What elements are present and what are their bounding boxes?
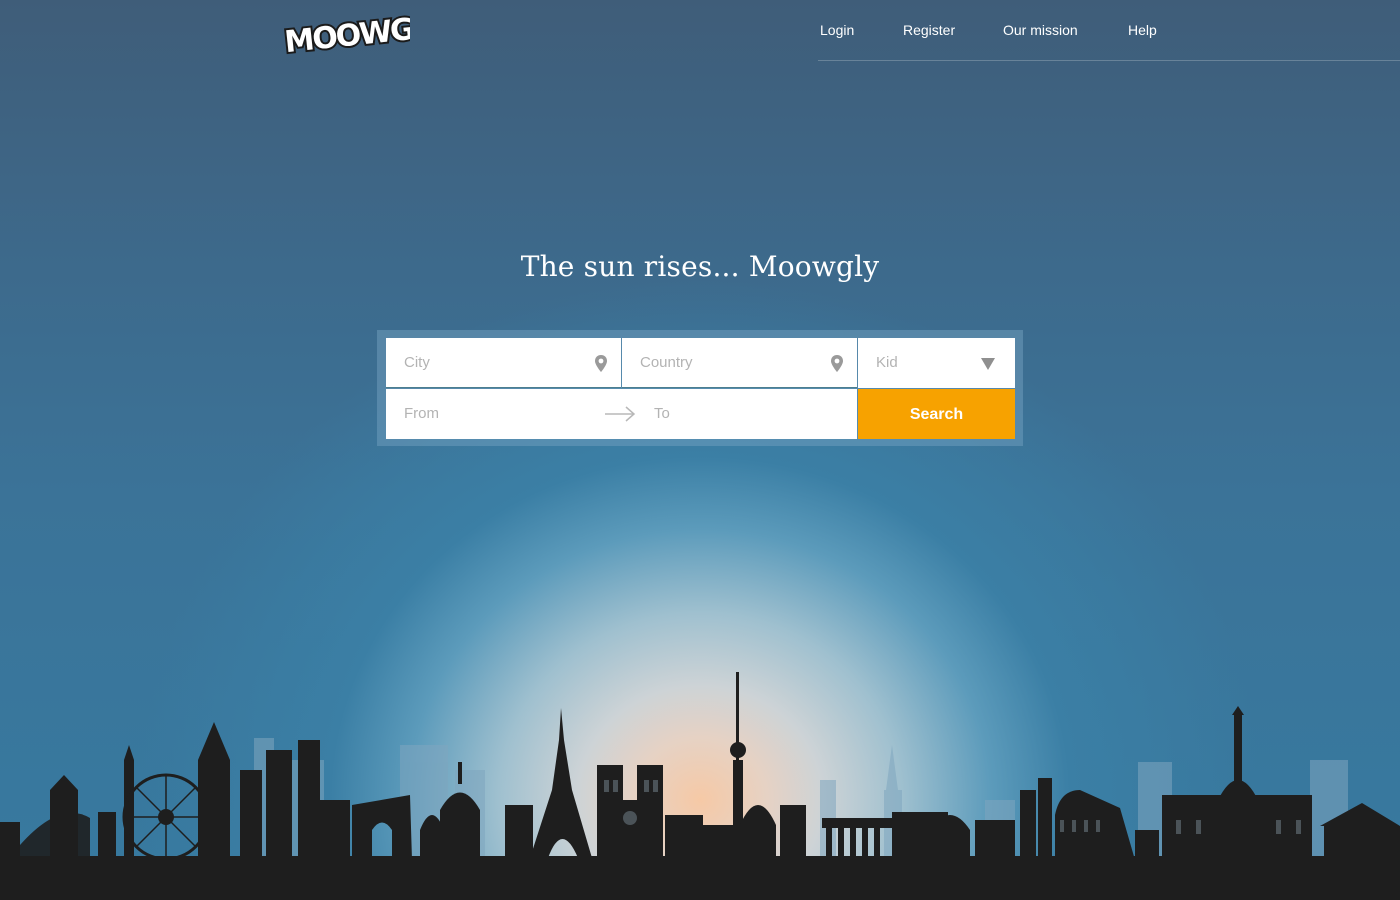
nav-our-mission[interactable]: Our mission <box>1003 22 1078 38</box>
nav-help[interactable]: Help <box>1128 22 1157 38</box>
from-input[interactable]: From <box>404 405 439 422</box>
date-range: From To <box>386 389 857 439</box>
country-input[interactable]: Country <box>622 338 857 388</box>
chevron-down-icon <box>981 358 995 370</box>
nav-login[interactable]: Login <box>820 22 854 38</box>
top-nav: Login Register Our mission Help <box>818 0 1400 61</box>
to-input[interactable]: To <box>654 405 670 422</box>
kid-select[interactable]: Kid <box>858 338 1015 388</box>
logo-text: MOOWGLY <box>283 8 410 58</box>
kid-placeholder: Kid <box>876 354 898 371</box>
ground-strip <box>0 856 1400 900</box>
arrow-right-icon <box>605 406 636 422</box>
search-button[interactable]: Search <box>858 389 1015 439</box>
city-placeholder: City <box>404 354 430 371</box>
map-pin-icon <box>595 355 607 372</box>
country-placeholder: Country <box>640 354 693 371</box>
map-pin-icon <box>831 355 843 372</box>
nav-register[interactable]: Register <box>903 22 955 38</box>
hero-headline: The sun rises... Moowgly <box>520 250 880 283</box>
moowgly-logo[interactable]: MOOWGLY <box>280 6 410 58</box>
city-input[interactable]: City <box>386 338 621 388</box>
